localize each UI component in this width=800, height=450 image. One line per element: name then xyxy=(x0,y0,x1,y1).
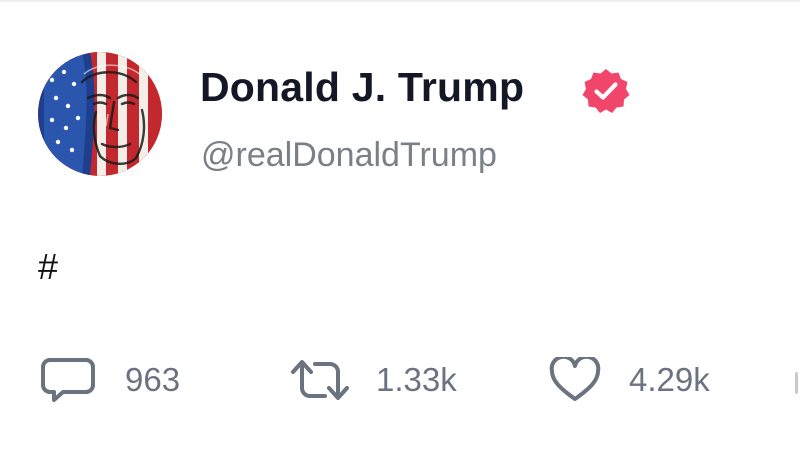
reply-button[interactable]: 963 xyxy=(41,356,180,404)
comment-icon xyxy=(41,358,95,402)
avatar[interactable] xyxy=(38,52,162,176)
like-count: 4.29k xyxy=(629,361,710,398)
top-divider xyxy=(0,0,800,2)
verified-badge-icon xyxy=(581,66,631,116)
truncated-action-edge xyxy=(795,372,798,394)
like-button[interactable]: 4.29k xyxy=(549,356,710,404)
reply-count: 963 xyxy=(125,361,181,398)
heart-icon xyxy=(549,357,601,401)
retruth-button[interactable]: 1.33k xyxy=(289,356,457,404)
author-display-name[interactable]: Donald J. Trump xyxy=(200,64,524,111)
retruth-icon xyxy=(291,360,349,400)
author-handle[interactable]: @realDonaldTrump xyxy=(201,136,497,175)
retruth-count: 1.33k xyxy=(376,361,457,398)
post-text[interactable]: # xyxy=(38,246,58,288)
flag-portrait-avatar-icon xyxy=(38,52,162,176)
